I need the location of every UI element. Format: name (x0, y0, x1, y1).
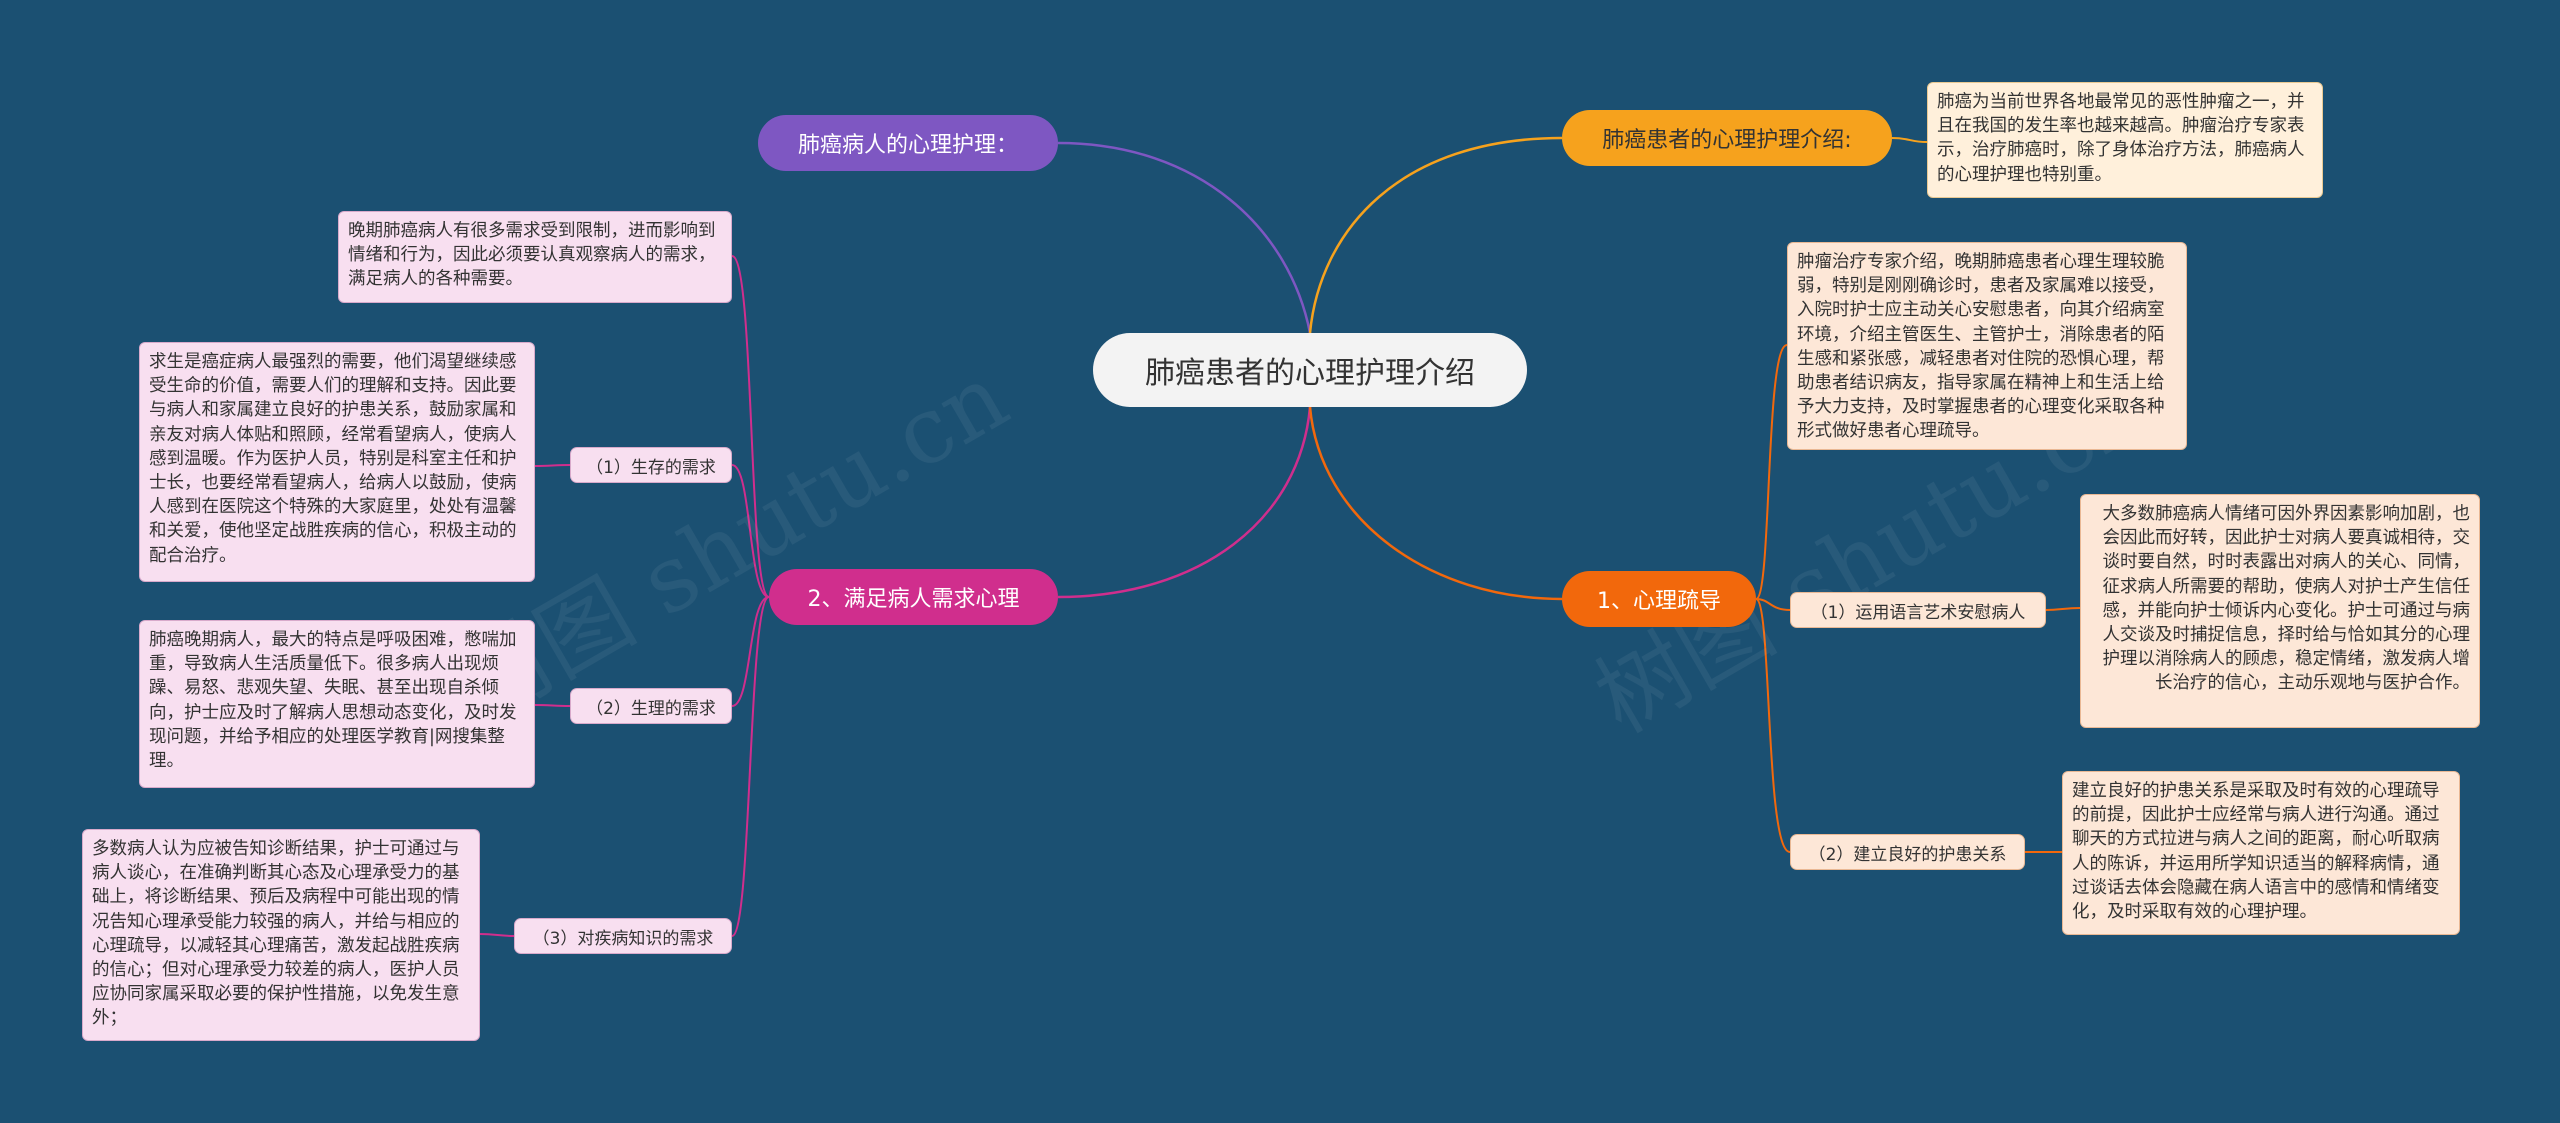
link-right-top-box (1891, 137, 1928, 143)
left-intro-text: 晚期肺癌病人有很多需求受到限制，进而影响到情绪和行为，因此必须要认真观察病人的需… (348, 221, 716, 290)
link-left-c3-box (479, 933, 515, 937)
link-left-c1-box (534, 464, 571, 467)
link-center-left-top (1057, 141, 1312, 334)
link-center-right-main (1308, 406, 1563, 601)
right-top-box[interactable]: 肺癌为当前世界各地最常见的恶性肿瘤之一，并且在我国的发生率也越来越高。肿瘤治疗专… (1927, 82, 2323, 198)
right-child-2-text: 建立良好的护患关系是采取及时有效的心理疏导的前提，因此护士应经常与病人进行沟通。… (2072, 781, 2440, 923)
left-child-1-tag[interactable]: （1）生存的需求 (570, 447, 732, 483)
right-child-2-box[interactable]: 建立良好的护患关系是采取及时有效的心理疏导的前提，因此护士应经常与病人进行沟通。… (2062, 771, 2460, 935)
left-child-3-text: 多数病人认为应被告知诊断结果，护士可通过与病人谈心，在准确判断其心态及心理承受力… (92, 839, 460, 1029)
link-center-right-top (1308, 136, 1563, 334)
topic-right-main[interactable]: 1、心理疏导 (1562, 571, 1756, 627)
right-child-1-box[interactable]: 大多数肺癌病人情绪可因外界因素影响加剧，也会因此而好转，因此护士对病人要真诚相待… (2080, 494, 2480, 728)
right-intro-box[interactable]: 肿瘤治疗专家介绍，晚期肺癌患者心理生理较脆弱，特别是刚刚确诊时，患者及家属难以接… (1787, 242, 2187, 450)
left-child-2-label: （2）生理的需求 (586, 698, 716, 719)
topic-left-main[interactable]: 2、满足病人需求心理 (769, 569, 1058, 625)
link-right-main-intro (1755, 344, 1788, 600)
right-top-text: 肺癌为当前世界各地最常见的恶性肿瘤之一，并且在我国的发生率也越来越高。肿瘤治疗专… (1937, 92, 2305, 185)
topic-left-top[interactable]: 肺癌病人的心理护理： (758, 115, 1058, 171)
left-child-1-text: 求生是癌症病人最强烈的需要，他们渴望继续感受生命的价值，需要人们的理解和支持。因… (149, 352, 517, 566)
left-child-3-box[interactable]: 多数病人认为应被告知诊断结果，护士可通过与病人谈心，在准确判断其心态及心理承受力… (82, 829, 480, 1041)
left-child-1-box[interactable]: 求生是癌症病人最强烈的需要，他们渴望继续感受生命的价值，需要人们的理解和支持。因… (139, 342, 535, 582)
left-child-1-label: （1）生存的需求 (586, 457, 716, 478)
right-intro-text: 肿瘤治疗专家介绍，晚期肺癌患者心理生理较脆弱，特别是刚刚确诊时，患者及家属难以接… (1797, 252, 2165, 442)
center-topic[interactable]: 肺癌患者的心理护理介绍 (1093, 333, 1527, 407)
right-child-1-tag[interactable]: （1）运用语言艺术安慰病人 (1790, 592, 2046, 628)
topic-right-main-label: 1、心理疏导 (1597, 589, 1721, 614)
right-child-1-text: 大多数肺癌病人情绪可因外界因素影响加剧，也会因此而好转，因此护士对病人要真诚相待… (2102, 504, 2471, 694)
right-child-2-label: （2）建立良好的护患关系 (1808, 844, 2007, 865)
topic-left-main-label: 2、满足病人需求心理 (807, 587, 1020, 612)
link-right-main-c2 (1755, 598, 1791, 853)
left-child-2-box[interactable]: 肺癌晚期病人，最大的特点是呼吸困难，憋喘加重，导致病人生活质量低下。很多病人出现… (139, 620, 535, 788)
left-child-3-label: （3）对疾病知识的需求 (532, 928, 714, 949)
link-center-left-main (1057, 406, 1312, 599)
topic-right-top-label: 肺癌患者的心理护理介绍: (1602, 128, 1852, 153)
left-child-2-text: 肺癌晚期病人，最大的特点是呼吸困难，憋喘加重，导致病人生活质量低下。很多病人出现… (149, 630, 517, 772)
link-left-c2-box (534, 704, 571, 707)
left-child-2-tag[interactable]: （2）生理的需求 (570, 688, 732, 724)
topic-left-top-label: 肺癌病人的心理护理： (797, 133, 1018, 158)
center-topic-label: 肺癌患者的心理护理介绍 (1145, 356, 1475, 391)
left-child-3-tag[interactable]: （3）对疾病知识的需求 (514, 918, 732, 954)
link-left-main-intro (731, 255, 770, 598)
link-right-c1-box (2045, 607, 2081, 611)
link-left-main-c1 (731, 464, 770, 598)
right-child-2-tag[interactable]: （2）建立良好的护患关系 (1790, 834, 2025, 870)
topic-right-top[interactable]: 肺癌患者的心理护理介绍: (1562, 110, 1892, 166)
left-intro-box[interactable]: 晚期肺癌病人有很多需求受到限制，进而影响到情绪和行为，因此必须要认真观察病人的需… (338, 211, 732, 303)
link-left-main-c2 (731, 596, 770, 707)
right-child-1-label: （1）运用语言艺术安慰病人 (1810, 602, 2026, 623)
